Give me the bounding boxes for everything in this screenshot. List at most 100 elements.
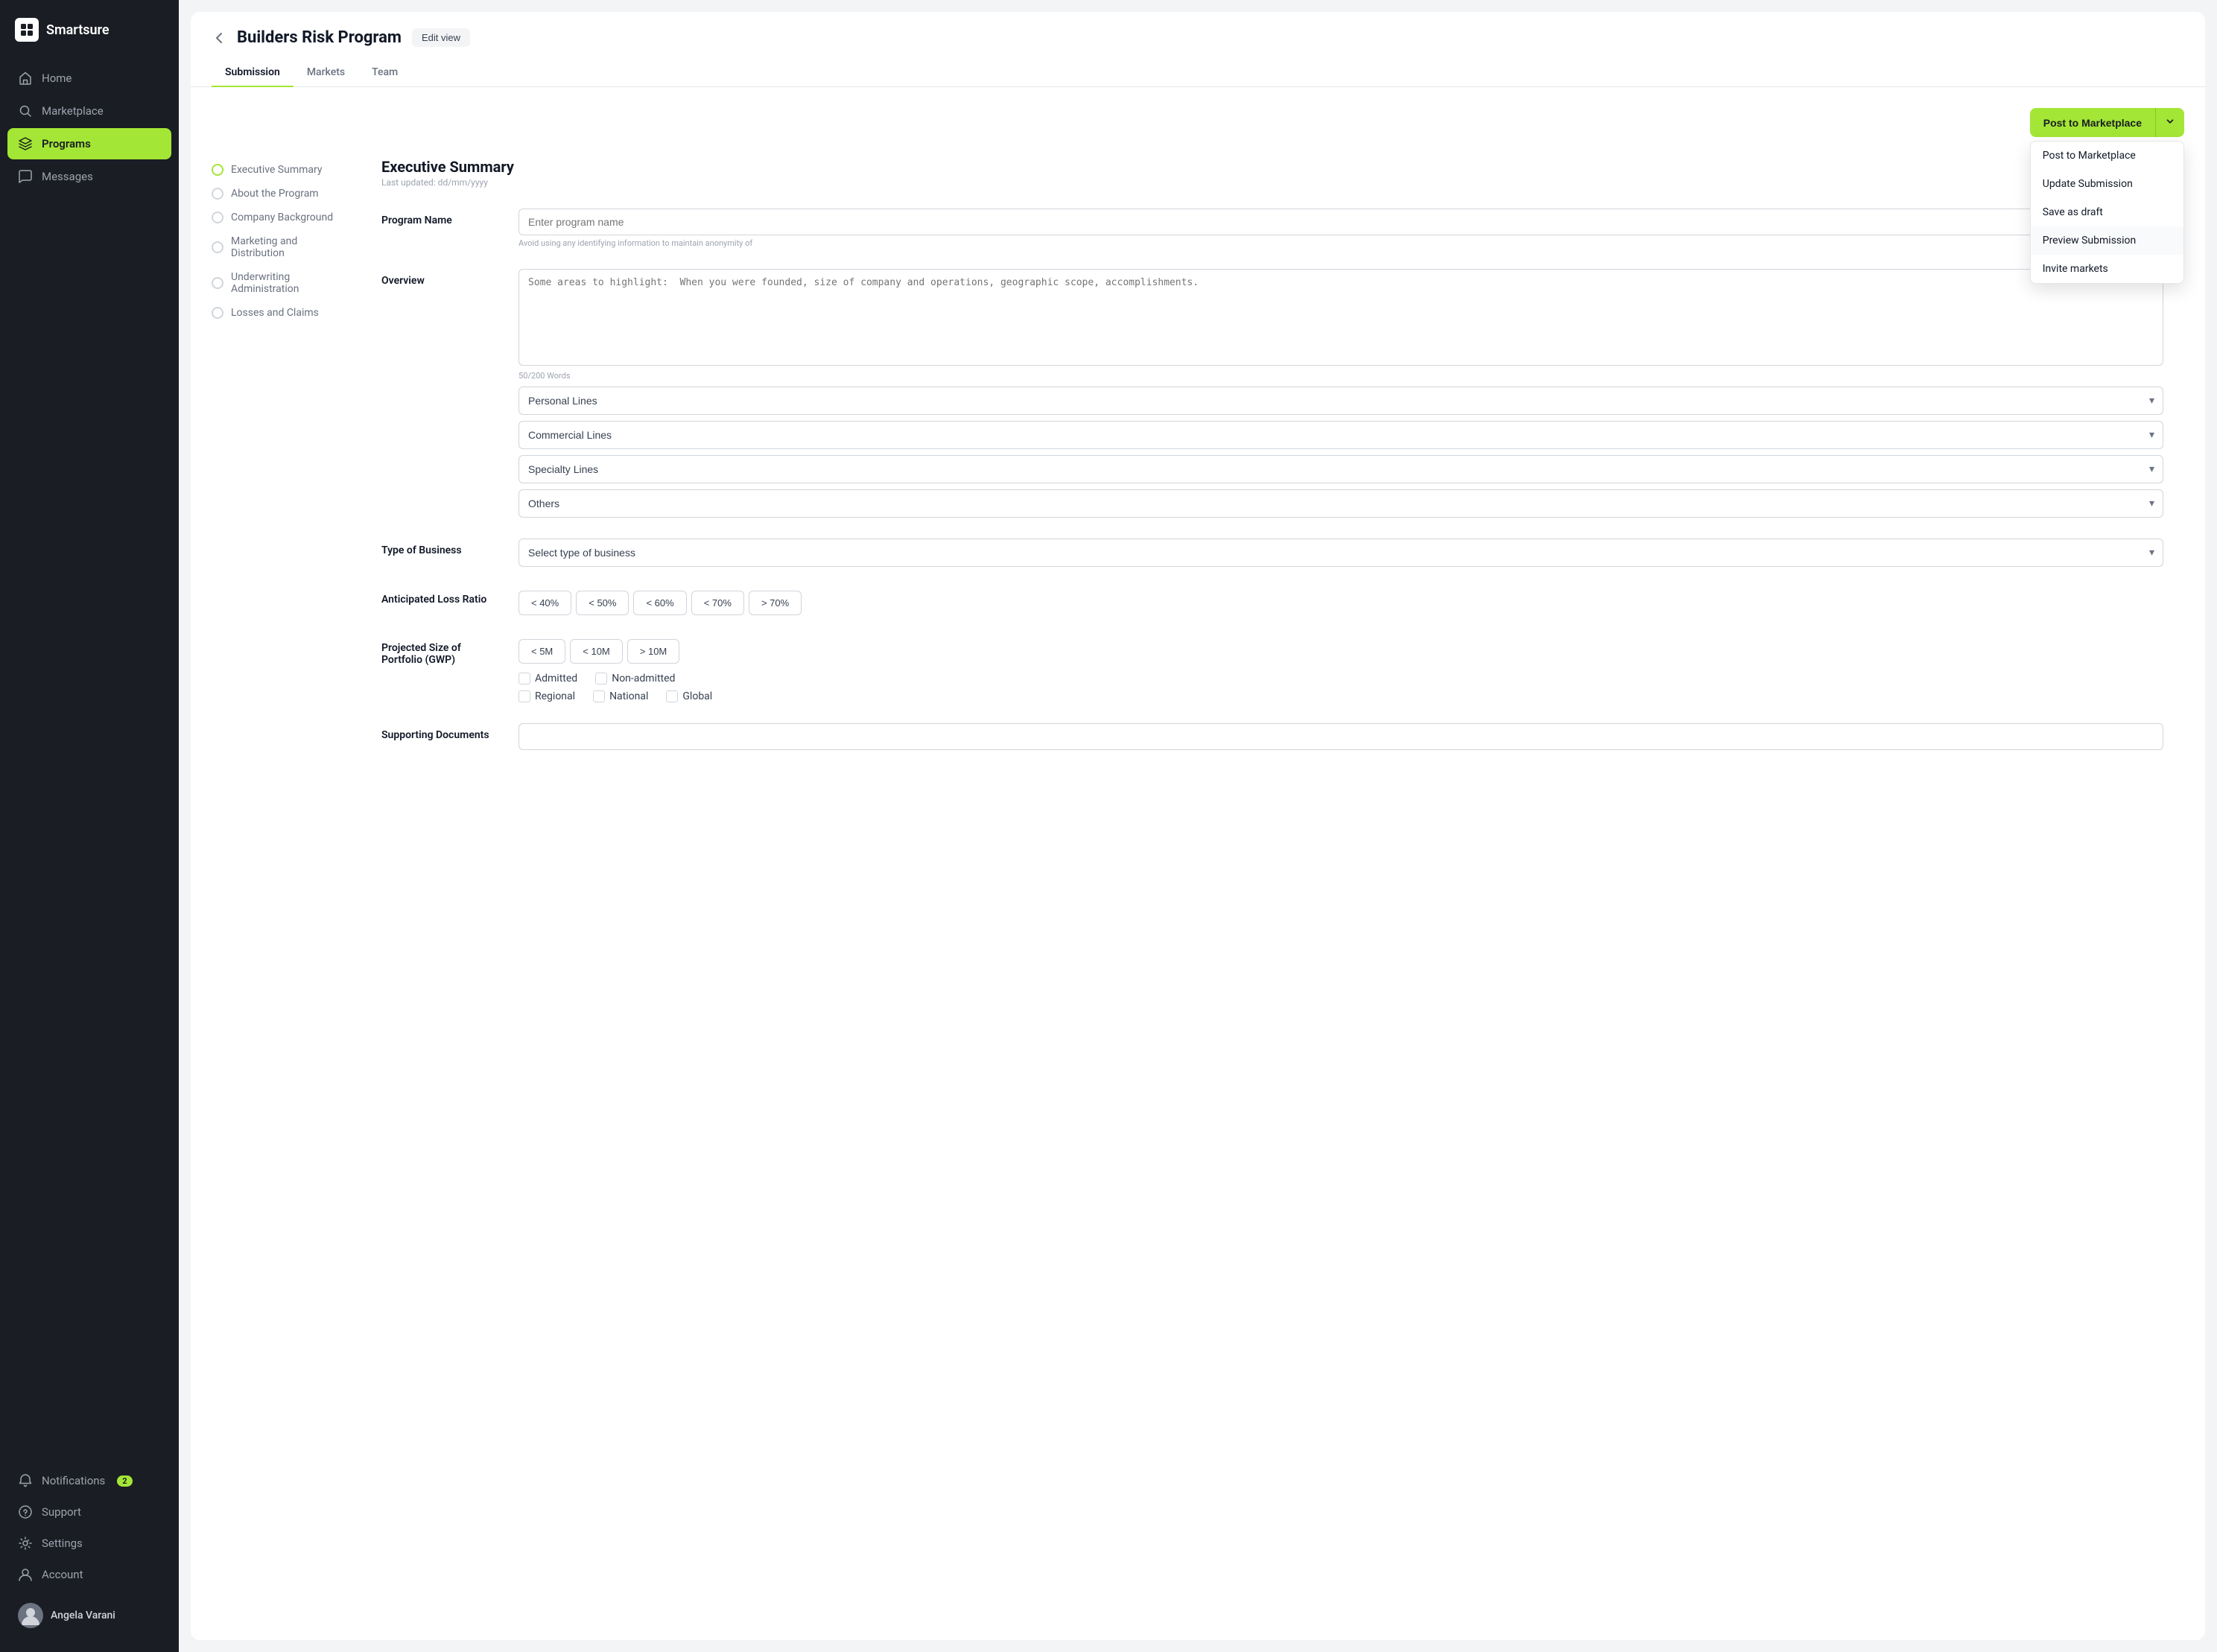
section-nav-company-background[interactable]: Company Background bbox=[212, 206, 346, 229]
type-of-business-group: Type of Business Select type of business… bbox=[381, 539, 2163, 567]
portfolio-lt5m[interactable]: < 5M bbox=[518, 639, 565, 664]
checkbox-non-admitted-label: Non-admitted bbox=[612, 673, 675, 684]
sidebar-item-label-programs: Programs bbox=[42, 137, 91, 150]
loss-ratio-gt70[interactable]: > 70% bbox=[749, 591, 802, 615]
personal-lines-wrapper: Personal Lines ▾ bbox=[518, 387, 2163, 415]
user-name: Angela Varani bbox=[51, 1610, 115, 1621]
checkbox-national-box bbox=[593, 690, 605, 702]
personal-lines-select[interactable]: Personal Lines bbox=[518, 387, 2163, 415]
radio-losses-claims bbox=[212, 307, 223, 319]
section-title-area: Executive Summary Last updated: dd/mm/yy… bbox=[381, 158, 2163, 188]
checkbox-global-box bbox=[666, 690, 678, 702]
section-nav-about-program[interactable]: About the Program bbox=[212, 182, 346, 206]
dropdown-item-invite-markets[interactable]: Invite markets bbox=[2031, 255, 2183, 283]
checkbox-regional-label: Regional bbox=[535, 690, 575, 702]
checkbox-regional[interactable]: Regional bbox=[518, 690, 575, 702]
notifications-label: Notifications bbox=[42, 1474, 105, 1487]
tab-markets[interactable]: Markets bbox=[294, 59, 358, 87]
radio-underwriting-admin bbox=[212, 277, 223, 289]
checkbox-admitted-label: Admitted bbox=[535, 673, 577, 684]
others-select[interactable]: Others bbox=[518, 489, 2163, 518]
main-content: Builders Risk Program Edit view Submissi… bbox=[179, 0, 2217, 1652]
commercial-lines-select[interactable]: Commercial Lines bbox=[518, 421, 2163, 449]
overview-group: Overview 50/200 Words Personal Lines ▾ bbox=[381, 269, 2163, 518]
checkbox-non-admitted-box bbox=[595, 673, 607, 684]
sidebar-item-settings[interactable]: Settings bbox=[7, 1528, 171, 1558]
section-nav-losses-claims[interactable]: Losses and Claims bbox=[212, 301, 346, 325]
loss-ratio-group: Anticipated Loss Ratio < 40% < 50% < 60%… bbox=[381, 588, 2163, 615]
sidebar-item-marketplace[interactable]: Marketplace bbox=[7, 95, 171, 127]
radio-executive-summary bbox=[212, 164, 223, 176]
section-subtitle: Last updated: dd/mm/yyyy bbox=[381, 177, 2163, 188]
section-nav-label-company-background: Company Background bbox=[231, 212, 333, 223]
checkbox-national[interactable]: National bbox=[593, 690, 648, 702]
post-button-wrapper: Post to Marketplace Post to Marketplace … bbox=[2030, 108, 2184, 137]
home-icon bbox=[18, 71, 33, 86]
section-nav-label-underwriting-admin: Underwriting Administration bbox=[231, 271, 346, 295]
section-nav-label-losses-claims: Losses and Claims bbox=[231, 307, 319, 319]
radio-marketing-distribution bbox=[212, 241, 223, 253]
post-to-marketplace-button[interactable]: Post to Marketplace bbox=[2030, 108, 2155, 137]
sidebar-item-label-marketplace: Marketplace bbox=[42, 104, 104, 118]
portfolio-gt10m[interactable]: > 10M bbox=[627, 639, 680, 664]
checkbox-admitted[interactable]: Admitted bbox=[518, 673, 577, 684]
support-icon bbox=[18, 1505, 33, 1519]
section-nav-marketing-distribution[interactable]: Marketing and Distribution bbox=[212, 229, 346, 265]
section-nav-label-marketing-distribution: Marketing and Distribution bbox=[231, 235, 346, 259]
overview-textarea[interactable] bbox=[518, 269, 2163, 366]
sidebar-item-messages[interactable]: Messages bbox=[7, 161, 171, 192]
word-count: 50/200 Words bbox=[518, 371, 2163, 381]
settings-label: Settings bbox=[42, 1537, 83, 1550]
user-row: Angela Varani bbox=[7, 1594, 171, 1637]
portfolio-input-area: < 5M < 10M > 10M Admitted bbox=[518, 636, 2163, 702]
supporting-docs-input-area bbox=[518, 723, 2163, 750]
tab-team[interactable]: Team bbox=[358, 59, 411, 87]
sidebar-item-home[interactable]: Home bbox=[7, 63, 171, 94]
notification-badge: 2 bbox=[117, 1475, 132, 1487]
dropdown-item-save-draft[interactable]: Save as draft bbox=[2031, 198, 2183, 226]
dropdown-item-update-submission[interactable]: Update Submission bbox=[2031, 170, 2183, 198]
specialty-lines-select[interactable]: Specialty Lines bbox=[518, 455, 2163, 483]
section-nav-executive-summary[interactable]: Executive Summary bbox=[212, 158, 346, 182]
back-button[interactable] bbox=[212, 31, 226, 45]
sidebar-item-account[interactable]: Account bbox=[7, 1560, 171, 1589]
supporting-docs-input[interactable] bbox=[518, 723, 2163, 750]
section-nav-label-executive-summary: Executive Summary bbox=[231, 164, 323, 176]
main-nav: Home Marketplace Programs bbox=[0, 63, 179, 1458]
loss-ratio-lt40[interactable]: < 40% bbox=[518, 591, 571, 615]
tab-submission[interactable]: Submission bbox=[212, 59, 294, 87]
type-of-business-select[interactable]: Select type of business bbox=[518, 539, 2163, 567]
post-dropdown-arrow-button[interactable] bbox=[2155, 108, 2184, 137]
section-nav-underwriting-admin[interactable]: Underwriting Administration bbox=[212, 265, 346, 301]
checkbox-national-label: National bbox=[609, 690, 648, 702]
edit-view-button[interactable]: Edit view bbox=[412, 28, 470, 47]
main-panel: Builders Risk Program Edit view Submissi… bbox=[191, 12, 2205, 1640]
logo-icon bbox=[15, 18, 39, 42]
lines-dropdowns: Personal Lines ▾ Commercial Lines ▾ bbox=[518, 387, 2163, 518]
sidebar-bottom: Notifications 2 Support Settings bbox=[0, 1458, 179, 1652]
checkbox-non-admitted[interactable]: Non-admitted bbox=[595, 673, 675, 684]
dropdown-item-preview-submission[interactable]: Preview Submission bbox=[2031, 226, 2183, 255]
app-name: Smartsure bbox=[46, 22, 110, 38]
checkbox-global[interactable]: Global bbox=[666, 690, 712, 702]
dropdown-item-post-marketplace[interactable]: Post to Marketplace bbox=[2031, 142, 2183, 170]
action-area: Post to Marketplace Post to Marketplace … bbox=[2030, 108, 2184, 137]
loss-ratio-lt50[interactable]: < 50% bbox=[576, 591, 629, 615]
sidebar-item-notifications[interactable]: Notifications 2 bbox=[7, 1466, 171, 1496]
overview-label: Overview bbox=[381, 269, 501, 287]
portfolio-lt10m[interactable]: < 10M bbox=[570, 639, 623, 664]
sidebar-item-programs[interactable]: Programs bbox=[7, 128, 171, 159]
checkboxes-row1: Admitted Non-admitted bbox=[518, 673, 2163, 684]
program-name-input[interactable] bbox=[518, 209, 2163, 235]
commercial-lines-wrapper: Commercial Lines ▾ bbox=[518, 421, 2163, 449]
type-of-business-label: Type of Business bbox=[381, 539, 501, 556]
page-title: Builders Risk Program bbox=[237, 28, 402, 47]
sidebar-item-support[interactable]: Support bbox=[7, 1497, 171, 1527]
tabs: Submission Markets Team bbox=[191, 59, 2205, 87]
loss-ratio-lt60[interactable]: < 60% bbox=[633, 591, 686, 615]
sidebar: Smartsure Home Marketplace bbox=[0, 0, 179, 1652]
form-area: Executive Summary Last updated: dd/mm/yy… bbox=[361, 158, 2184, 750]
loss-ratio-lt70[interactable]: < 70% bbox=[691, 591, 744, 615]
specialty-lines-wrapper: Specialty Lines ▾ bbox=[518, 455, 2163, 483]
portfolio-group: Projected Size of Portfolio (GWP) < 5M <… bbox=[381, 636, 2163, 702]
